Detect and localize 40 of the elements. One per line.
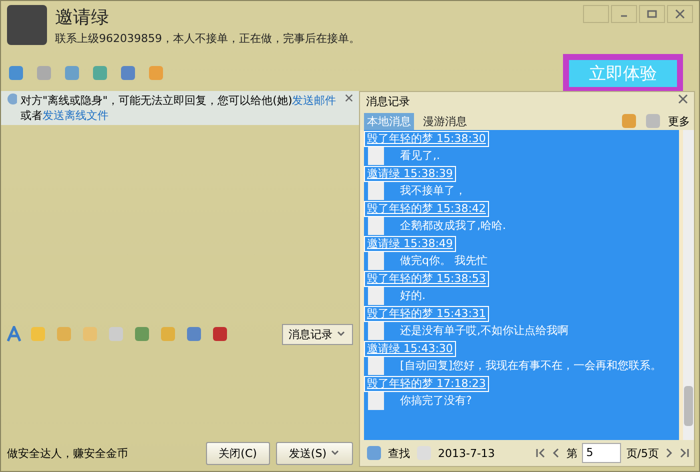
history-tab[interactable]: 漫游消息	[420, 112, 470, 130]
offline-notice: 对方"离线或隐身"，可能无法立即回复，您可以给他(她)发送邮件 或者发送离线文件	[20, 93, 338, 123]
message-header: 邀请绿 15:43:30	[364, 341, 456, 357]
previous-page-icon[interactable]	[551, 448, 562, 458]
message-history-button[interactable]: 消息记录	[282, 324, 353, 344]
minimize-button[interactable]	[611, 5, 637, 23]
last-page-icon[interactable]	[679, 448, 689, 458]
font-icon[interactable]	[7, 326, 21, 342]
security-tip: 做安全达人，赚安全金币	[7, 446, 128, 460]
close-button[interactable]	[667, 5, 693, 23]
close-icon	[675, 9, 685, 19]
send-offline-file-link[interactable]: 发送离线文件	[42, 109, 109, 122]
message-header: 毁了年轻的梦 15:38:42	[364, 201, 489, 217]
close-chat-button[interactable]: 关闭(C)	[206, 442, 270, 464]
message-header: 毁了年轻的梦 15:38:30	[364, 131, 489, 147]
message-header: 毁了年轻的梦 17:18:23	[364, 376, 489, 392]
page-field[interactable]: 5	[582, 443, 622, 463]
first-page-icon[interactable]	[536, 448, 546, 458]
avatar	[7, 5, 47, 45]
message-header: 邀请绿 15:38:49	[364, 236, 456, 252]
date-text[interactable]: 2013-7-13	[438, 446, 495, 460]
close-icon[interactable]	[345, 93, 353, 103]
page-count: 页/5页	[626, 446, 659, 460]
contact-signature: 联系上级962039859，本人不接单，正在做，完事后在接单。	[55, 31, 360, 46]
more-link[interactable]: 更多	[668, 114, 690, 128]
send-email-link[interactable]: 发送邮件	[292, 94, 336, 107]
maximize-button[interactable]	[639, 5, 665, 23]
next-page-icon[interactable]	[664, 448, 674, 458]
maximize-icon	[647, 9, 657, 19]
message-header: 毁了年轻的梦 15:43:31	[364, 306, 489, 322]
scrollbar[interactable]	[683, 130, 694, 440]
find-button[interactable]: 查找	[388, 446, 410, 460]
send-button[interactable]: 发送(S)	[276, 442, 353, 464]
message-header: 毁了年轻的梦 15:38:53	[364, 271, 489, 287]
message-header: 邀请绿 15:38:39	[364, 166, 456, 182]
page-label: 第	[566, 446, 578, 460]
info-icon	[7, 93, 17, 105]
contact-name: 邀请绿	[55, 6, 110, 29]
close-icon[interactable]	[678, 94, 688, 104]
history-title: 消息记录	[366, 94, 410, 110]
